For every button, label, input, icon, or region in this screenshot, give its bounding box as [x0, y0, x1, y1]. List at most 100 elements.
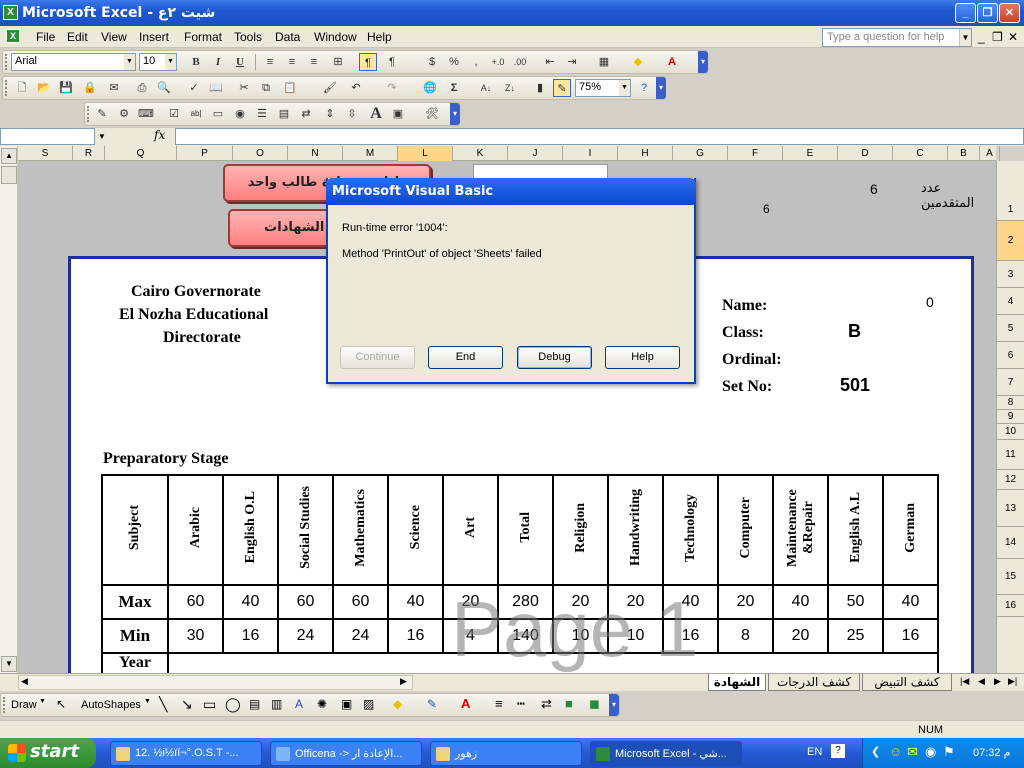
email-icon[interactable]: ✉: [105, 79, 123, 97]
formula-input[interactable]: [175, 128, 1024, 145]
messenger-icon[interactable]: ☺: [889, 744, 902, 759]
label-control-icon[interactable]: A: [367, 105, 385, 123]
combobox-icon[interactable]: ▤: [275, 105, 293, 123]
end-button[interactable]: End: [428, 346, 503, 369]
image-control-icon[interactable]: ▣: [389, 105, 407, 123]
row-header-14[interactable]: 14: [997, 527, 1024, 559]
doc-icon[interactable]: X: [6, 29, 20, 43]
bold-button[interactable]: B: [187, 53, 205, 71]
arrow-style-icon[interactable]: ⇄: [541, 696, 552, 712]
listbox-icon[interactable]: ☰: [253, 105, 271, 123]
language-indicator[interactable]: EN: [807, 746, 822, 758]
scroll-thumb[interactable]: [1, 166, 17, 184]
sort-descending-icon[interactable]: Z↓: [501, 79, 519, 97]
help-tray-icon[interactable]: ?: [831, 744, 845, 758]
font-color-icon[interactable]: A: [461, 696, 470, 711]
menu-window[interactable]: Window: [314, 30, 357, 44]
cut-icon[interactable]: ✂: [235, 79, 253, 97]
task-button-excel[interactable]: Microsoft Excel - شي...: [590, 741, 742, 766]
toolbar-options-icon[interactable]: ▾: [656, 77, 666, 99]
toolbar-options-icon[interactable]: ▾: [609, 694, 619, 716]
tab-fair-copy[interactable]: كشف التبيض: [862, 674, 952, 691]
option-button-icon[interactable]: ◉: [231, 105, 249, 123]
select-objects-icon[interactable]: ↖: [56, 697, 66, 711]
help-search-input[interactable]: Type a question for help ▼: [822, 28, 972, 47]
column-header-o[interactable]: O: [233, 146, 288, 161]
chart-wizard-icon[interactable]: ▮: [531, 79, 549, 97]
ltr-icon[interactable]: ¶: [383, 53, 401, 71]
view-code-icon[interactable]: ⌨: [137, 105, 155, 123]
doc-minimize-button[interactable]: _: [978, 30, 985, 44]
row-header-15[interactable]: 15: [997, 559, 1024, 595]
rectangle-icon[interactable]: ▭: [203, 696, 216, 713]
task-button-2[interactable]: Officena -> الإعادة ار...: [270, 741, 422, 766]
security-icon[interactable]: ⚑: [943, 744, 955, 760]
column-header-h[interactable]: H: [618, 146, 673, 161]
column-header-j[interactable]: J: [508, 146, 563, 161]
start-button[interactable]: start: [0, 738, 96, 768]
help-button[interactable]: Help: [605, 346, 680, 369]
menu-insert[interactable]: Insert: [139, 30, 169, 44]
align-left-icon[interactable]: ≡: [261, 53, 279, 71]
font-name-select[interactable]: Arial ▼: [11, 53, 136, 71]
increase-decimal-icon[interactable]: +.0: [489, 53, 507, 71]
toolbar-options-icon[interactable]: ▾: [450, 103, 460, 125]
vertical-scrollbar[interactable]: ▲ ▼: [0, 146, 18, 673]
underline-button[interactable]: U: [231, 53, 249, 71]
spin-icon[interactable]: ⇕: [321, 105, 339, 123]
chevron-down-icon[interactable]: ▼: [959, 29, 971, 46]
doc-close-button[interactable]: ✕: [1008, 30, 1018, 44]
hyperlink-icon[interactable]: 🌐: [421, 79, 439, 97]
line-icon[interactable]: ╲: [159, 696, 167, 713]
task-button-1[interactable]: 12. ½i½ïí¬°.O.S.T -...: [110, 741, 262, 766]
scroll-up-icon[interactable]: ▲: [1, 148, 17, 164]
volume-icon[interactable]: ◉: [925, 744, 936, 760]
research-icon[interactable]: 📖: [207, 79, 225, 97]
autoshapes-menu[interactable]: AutoShapes: [81, 699, 141, 711]
save-icon[interactable]: 💾: [57, 79, 75, 97]
tab-last-icon[interactable]: ▶|: [1008, 676, 1017, 687]
debug-button[interactable]: Debug: [517, 346, 592, 369]
button-control-icon[interactable]: ▭: [209, 105, 227, 123]
column-header-p[interactable]: P: [177, 146, 233, 161]
row-header-6[interactable]: 6: [997, 342, 1024, 369]
scroll-right-icon[interactable]: ▶: [400, 676, 407, 687]
menu-file[interactable]: File: [36, 30, 55, 44]
merge-center-icon[interactable]: ⊞: [329, 53, 347, 71]
column-header-d[interactable]: D: [838, 146, 893, 161]
continue-button[interactable]: Continue: [340, 346, 415, 369]
row-header-7[interactable]: 7: [997, 369, 1024, 396]
fill-color-icon[interactable]: ◆: [393, 697, 402, 711]
checkbox-control-icon[interactable]: ☑: [165, 105, 183, 123]
redo-icon[interactable]: ↷: [383, 79, 401, 97]
column-header-e[interactable]: E: [783, 146, 838, 161]
vertical-textbox-icon[interactable]: ▥: [271, 697, 282, 711]
column-header-a[interactable]: A: [980, 146, 1000, 161]
line-style-icon[interactable]: ≡: [495, 696, 503, 711]
percent-icon[interactable]: %: [445, 53, 463, 71]
dash-style-icon[interactable]: ┅: [517, 696, 525, 712]
font-size-select[interactable]: 10 ▼: [139, 53, 177, 71]
zoom-select[interactable]: 75% ▼: [575, 79, 631, 97]
row-header-4[interactable]: 4: [997, 288, 1024, 315]
doc-restore-button[interactable]: ❐: [992, 30, 1003, 44]
fill-color-icon[interactable]: ◆: [629, 53, 647, 71]
column-header-i[interactable]: I: [563, 146, 618, 161]
row-header-1[interactable]: 1: [997, 199, 1024, 221]
row-header-11[interactable]: 11: [997, 440, 1024, 470]
row-header-13[interactable]: 13: [997, 490, 1024, 527]
align-right-icon[interactable]: ≡: [305, 53, 323, 71]
diagram-icon[interactable]: ✺: [317, 697, 327, 711]
open-icon[interactable]: 📂: [35, 79, 53, 97]
rtl-icon[interactable]: ¶: [359, 53, 377, 71]
column-header-q[interactable]: Q: [105, 146, 177, 161]
menu-data[interactable]: Data: [275, 30, 300, 44]
decrease-indent-icon[interactable]: ⇤: [541, 53, 559, 71]
more-controls-icon[interactable]: 🛠: [423, 105, 441, 123]
italic-button[interactable]: I: [209, 53, 227, 71]
drawing-icon[interactable]: ✎: [553, 79, 571, 97]
draw-menu[interactable]: Draw: [11, 699, 37, 711]
toolbar-options-icon[interactable]: ▾: [698, 51, 708, 73]
tab-prev-icon[interactable]: ◀: [978, 676, 985, 687]
row-header-9[interactable]: 9: [997, 410, 1024, 424]
